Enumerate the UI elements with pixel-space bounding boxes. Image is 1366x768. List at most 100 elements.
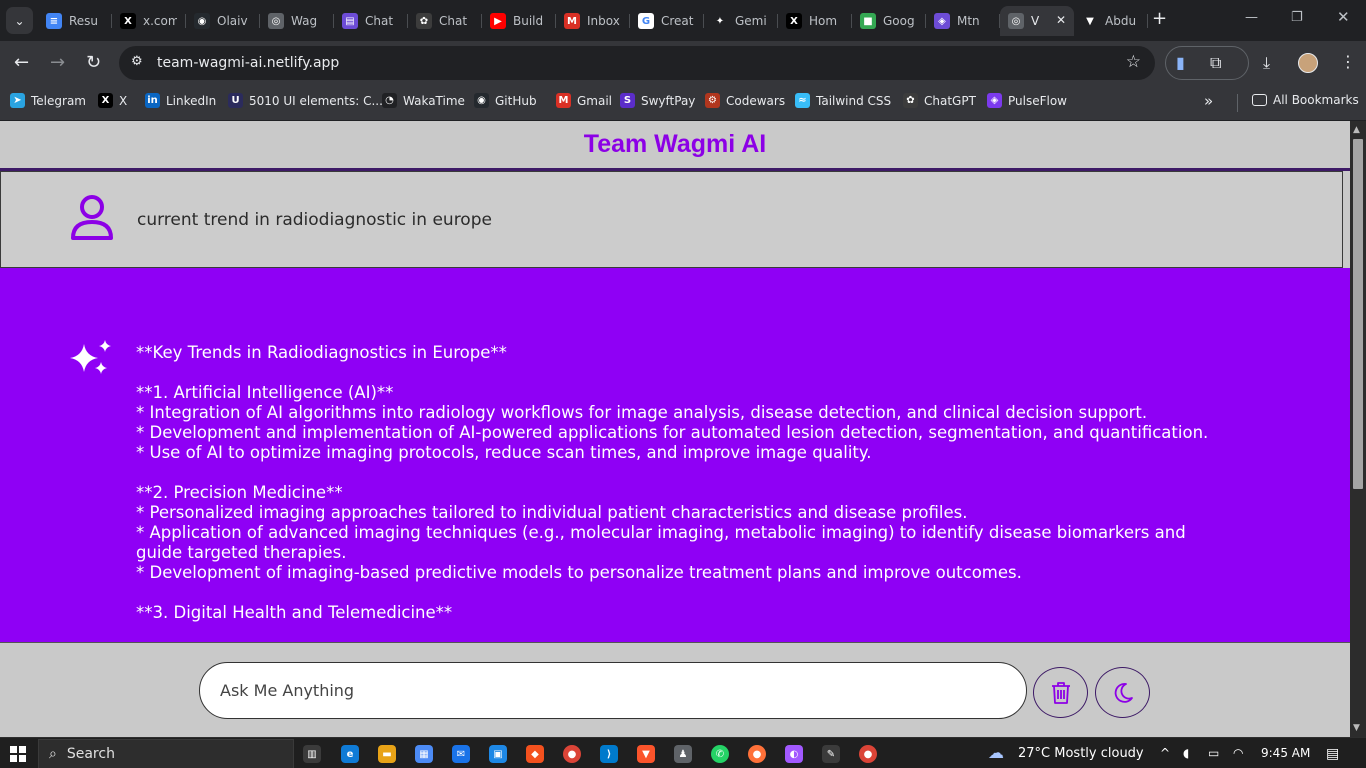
- bookmark-item[interactable]: ◔ WakaTime: [382, 93, 465, 108]
- bookmark-item[interactable]: ◉ GitHub: [474, 93, 537, 108]
- browser-tab[interactable]: ≡ Resu: [38, 6, 112, 36]
- forward-icon[interactable]: →: [50, 52, 65, 73]
- bookmark-label: Telegram: [31, 93, 86, 108]
- windows-start-icon[interactable]: [10, 746, 26, 762]
- user-icon: [71, 195, 113, 240]
- chatgpt-icon: ✿: [416, 13, 432, 29]
- browser-tab[interactable]: ▤ Chat: [334, 6, 408, 36]
- ask-input[interactable]: [199, 662, 1027, 719]
- browser-tab[interactable]: X Hom: [778, 6, 852, 36]
- bookmark-item[interactable]: S SwyftPay: [620, 93, 695, 108]
- browser-tab[interactable]: ◈ Mtn: [926, 6, 1000, 36]
- edge-icon[interactable]: e: [341, 745, 359, 763]
- app-icon[interactable]: ▣: [489, 745, 507, 763]
- whatsapp-icon[interactable]: ✆: [711, 745, 729, 763]
- close-window-icon[interactable]: ✕: [1337, 8, 1350, 26]
- browser-tab[interactable]: ■ Goog: [852, 6, 926, 36]
- all-bookmarks-button[interactable]: All Bookmarks: [1252, 93, 1359, 107]
- browser-tab[interactable]: Xx.com: [112, 6, 186, 36]
- browser-tab[interactable]: ✦ Gemi: [704, 6, 778, 36]
- bookmark-star-icon[interactable]: ☆: [1126, 52, 1141, 72]
- minimize-icon[interactable]: —: [1245, 10, 1258, 25]
- new-tab-button[interactable]: +: [1152, 8, 1167, 29]
- all-bookmarks-label: All Bookmarks: [1273, 93, 1359, 107]
- bookmark-item[interactable]: ⚙ Codewars: [705, 93, 785, 108]
- browser-tab[interactable]: ▶ Build: [482, 6, 556, 36]
- extensions-icon[interactable]: ⧉: [1210, 53, 1221, 73]
- close-tab-icon[interactable]: ✕: [1056, 13, 1066, 27]
- more-bookmarks-icon[interactable]: »: [1204, 92, 1213, 110]
- bookmark-item[interactable]: ➤ Telegram: [10, 93, 86, 108]
- bookmark-item[interactable]: U 5010 UI elements: C...: [228, 93, 383, 108]
- back-icon[interactable]: ←: [14, 52, 29, 73]
- chrome-icon[interactable]: ●: [859, 745, 877, 763]
- download-icon[interactable]: ⤓: [1263, 53, 1270, 73]
- bookmark-item[interactable]: in LinkedIn: [145, 93, 216, 108]
- bookmark-item[interactable]: ≈ Tailwind CSS: [795, 93, 891, 108]
- ai-response-line: * Development of imaging-based predictiv…: [136, 563, 1022, 582]
- page-scrollbar[interactable]: ▲ ▼: [1350, 121, 1366, 737]
- taskbar-search[interactable]: ⌕ Search: [38, 739, 294, 768]
- cloud-icon[interactable]: ☁: [988, 743, 1004, 762]
- tab-search-button[interactable]: ⌄: [6, 7, 33, 34]
- tab-label: Mtn: [957, 14, 980, 28]
- ai-response-line: [136, 583, 1216, 603]
- browser-tab[interactable]: ✿ Chat: [408, 6, 482, 36]
- profile-avatar[interactable]: [1298, 53, 1318, 73]
- tab-label: Abdu: [1105, 14, 1137, 28]
- bookmark-label: PulseFlow: [1008, 93, 1067, 108]
- figma-icon[interactable]: ◐: [785, 745, 803, 763]
- github-icon: ◉: [474, 93, 489, 108]
- notifications-icon[interactable]: ▤: [1326, 746, 1339, 762]
- app-icon[interactable]: ✎: [822, 745, 840, 763]
- file-explorer-icon[interactable]: ▬: [378, 745, 396, 763]
- chevron-up-icon[interactable]: ^: [1160, 746, 1170, 760]
- bookmarks-bar: » All Bookmarks ➤ Telegram X Xin LinkedIn U 50…: [0, 85, 1366, 121]
- scroll-thumb[interactable]: [1353, 139, 1363, 489]
- bookmark-item[interactable]: ✿ ChatGPT: [903, 93, 976, 108]
- store-icon[interactable]: ▦: [415, 745, 433, 763]
- browser-tab[interactable]: ◎ V ✕: [1000, 6, 1074, 36]
- postman-icon[interactable]: ♟: [674, 745, 692, 763]
- bookmark-label: X: [119, 93, 128, 108]
- browser-tab[interactable]: M Inbox: [556, 6, 630, 36]
- browser-tab[interactable]: ◎ Wag: [260, 6, 334, 36]
- theme-toggle-button[interactable]: [1095, 667, 1150, 718]
- address-bar[interactable]: ⚙ team-wagmi-ai.netlify.app ☆: [119, 46, 1155, 80]
- browser-tab[interactable]: ◉ Olaiv: [186, 6, 260, 36]
- vite-icon: ▼: [1082, 13, 1098, 29]
- reload-icon[interactable]: ↻: [86, 52, 101, 73]
- weather-text[interactable]: 27°C Mostly cloudy: [1018, 746, 1144, 761]
- brave-icon[interactable]: ▼: [637, 745, 655, 763]
- vscode-icon[interactable]: ⟩: [600, 745, 618, 763]
- bookmark-label: Gmail: [577, 93, 613, 108]
- url-text[interactable]: team-wagmi-ai.netlify.app: [157, 55, 339, 71]
- scroll-up-icon[interactable]: ▲: [1353, 125, 1360, 135]
- tab-label: Build: [513, 14, 544, 28]
- bookmark-item[interactable]: XX: [98, 93, 127, 108]
- telegram-icon: ➤: [10, 93, 25, 108]
- clock-text[interactable]: 9:45 AM: [1261, 746, 1310, 760]
- tab-label: Inbox: [587, 14, 620, 28]
- menu-icon[interactable]: ⋮: [1340, 52, 1356, 71]
- wifi-icon[interactable]: ◠: [1233, 746, 1243, 760]
- browser-tab[interactable]: ▼ Abdu: [1074, 6, 1148, 36]
- tab-label: Chat: [365, 14, 394, 28]
- chrome-icon[interactable]: ●: [563, 745, 581, 763]
- tab-label: Goog: [883, 14, 915, 28]
- git-icon[interactable]: ◆: [526, 745, 544, 763]
- speaker-icon[interactable]: ◖: [1183, 746, 1189, 760]
- bookmark-item[interactable]: ◈ PulseFlow: [987, 93, 1067, 108]
- restore-icon[interactable]: ❐: [1291, 10, 1303, 25]
- task-view-icon[interactable]: ▥: [303, 745, 321, 763]
- sidepanel-icon[interactable]: ▮: [1176, 53, 1185, 72]
- browser-tab[interactable]: G Creat: [630, 6, 704, 36]
- battery-icon[interactable]: ▭: [1208, 746, 1219, 760]
- firefox-icon[interactable]: ●: [748, 745, 766, 763]
- x-icon: X: [98, 93, 113, 108]
- mail-icon[interactable]: ✉: [452, 745, 470, 763]
- bookmark-item[interactable]: M Gmail: [556, 93, 612, 108]
- site-info-icon[interactable]: ⚙: [131, 54, 143, 69]
- scroll-down-icon[interactable]: ▼: [1353, 723, 1360, 733]
- clear-chat-button[interactable]: [1033, 667, 1088, 718]
